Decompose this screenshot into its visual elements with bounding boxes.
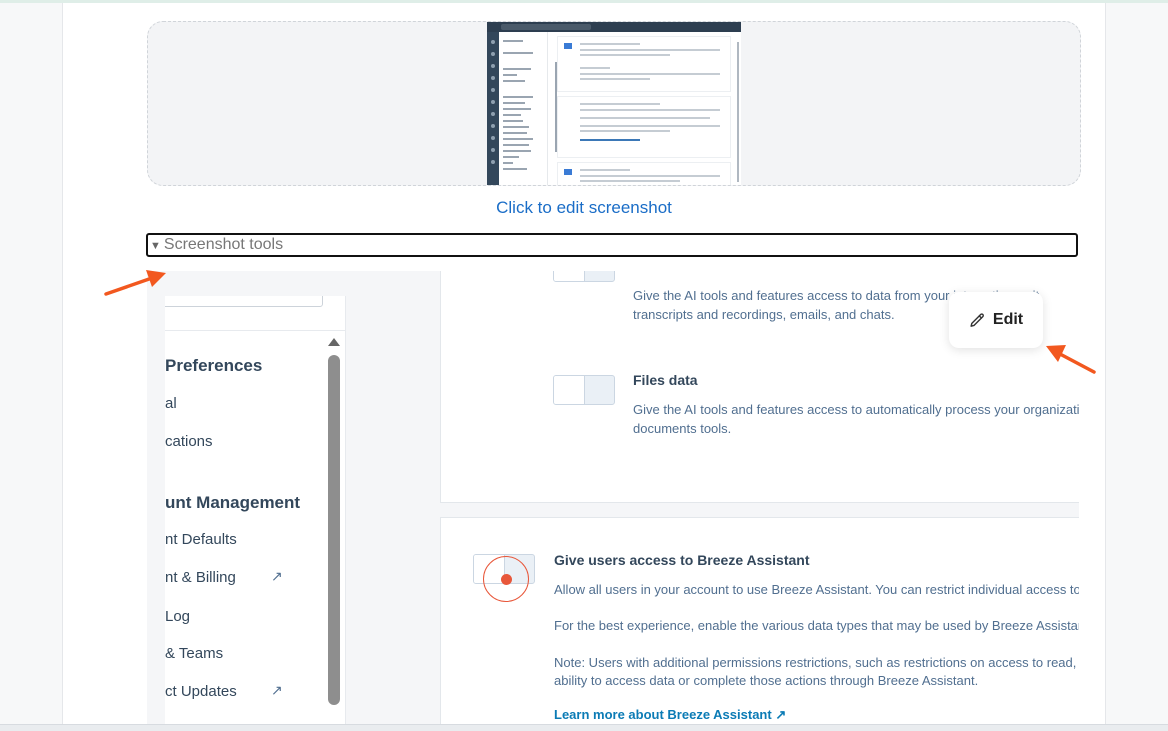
files-data-title: Files data xyxy=(633,372,698,388)
thumb-sidebar xyxy=(499,32,557,185)
conversation-data-checkbox[interactable] xyxy=(553,271,615,282)
screenshot-thumbnail[interactable] xyxy=(487,22,741,185)
screenshot-tools-toggle[interactable]: ▼ Screenshot tools xyxy=(146,233,1078,257)
sidebar-heading-account-management: unt Management xyxy=(165,493,301,512)
external-link-icon: ↗ xyxy=(271,682,283,698)
sidebar-heading-preferences: Preferences xyxy=(165,356,263,375)
breeze-assistant-desc-3: Note: Users with additional permissions … xyxy=(554,655,1079,670)
thumb-topbar xyxy=(487,22,741,32)
sidebar-item-account-defaults[interactable]: nt Defaults xyxy=(165,531,237,548)
orange-arrow-icon xyxy=(1046,345,1096,374)
sidebar-item-account-billing[interactable]: nt & Billing xyxy=(165,569,236,586)
click-to-edit-screenshot-link[interactable]: Click to edit screenshot xyxy=(63,198,1105,218)
sidebar-item-audit-log[interactable]: Log xyxy=(165,608,190,625)
external-link-icon: ↗ xyxy=(775,707,787,722)
edit-button-label: Edit xyxy=(992,311,1024,328)
edit-button[interactable]: Edit xyxy=(949,292,1043,348)
orange-arrow-icon xyxy=(104,270,166,296)
files-data-checkbox[interactable] xyxy=(553,375,615,405)
breeze-assistant-desc-2: For the best experience, enable the vari… xyxy=(554,618,1079,633)
screenshot-tools-label: Screenshot tools xyxy=(163,236,284,253)
sidebar-item-users-teams[interactable]: & Teams xyxy=(165,645,223,662)
thumb-nav-rail xyxy=(487,32,499,185)
thumb-scrollbar xyxy=(737,42,739,182)
breeze-assistant-card: Give users access to Breeze Assistant Al… xyxy=(440,517,1079,730)
settings-sidebar: Preferences al cations unt Management nt… xyxy=(165,296,346,730)
editor-content: Click to edit screenshot ▼ Screenshot too… xyxy=(62,3,1106,730)
files-data-desc-1: Give the AI tools and features access to… xyxy=(633,402,1079,417)
breeze-assistant-desc-1: Allow all users in your account to use B… xyxy=(554,582,1079,597)
scroll-up-arrow-icon[interactable] xyxy=(328,338,340,346)
sidebar-item-product-updates[interactable]: ct Updates xyxy=(165,683,237,700)
sidebar-scrollbar-thumb[interactable] xyxy=(328,355,340,705)
breeze-assistant-title: Give users access to Breeze Assistant xyxy=(554,552,810,568)
pencil-icon xyxy=(970,312,984,327)
screenshot-thumbnail-frame[interactable] xyxy=(147,21,1081,186)
conversation-data-desc-2: transcripts and recordings, emails, and … xyxy=(633,307,895,322)
breeze-assistant-desc-4: ability to access data or complete those… xyxy=(554,673,979,688)
disclosure-triangle-icon: ▼ xyxy=(150,240,161,252)
files-data-desc-2: documents tools. xyxy=(633,421,732,436)
zoomed-screenshot: Preferences al cations unt Management nt… xyxy=(147,271,1079,730)
sidebar-item-notifications[interactable]: cations xyxy=(165,433,213,450)
sidebar-search-input[interactable] xyxy=(165,296,323,307)
sidebar-item-general[interactable]: al xyxy=(165,395,177,412)
external-link-icon: ↗ xyxy=(271,568,283,584)
click-target-icon xyxy=(483,556,529,602)
thumb-main xyxy=(549,36,731,185)
learn-more-breeze-link[interactable]: Learn more about Breeze Assistant ↗ xyxy=(554,707,786,723)
